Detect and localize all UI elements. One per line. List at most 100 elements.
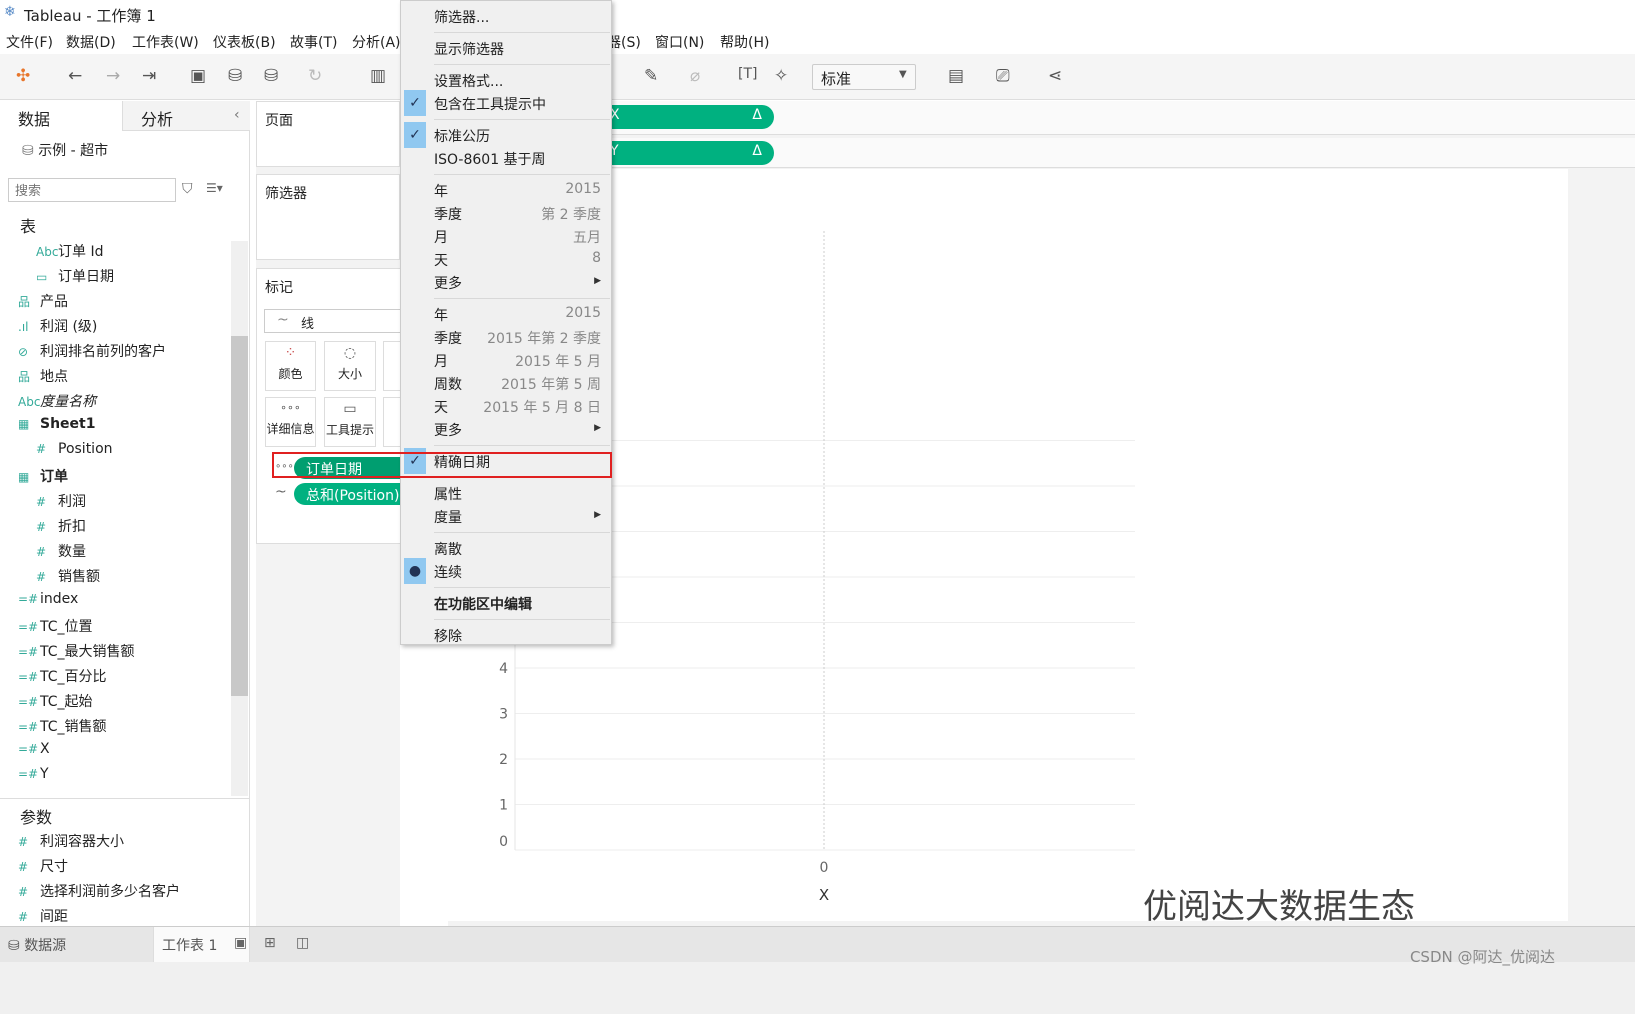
- undo-icon[interactable]: ←: [68, 66, 82, 86]
- menu-item[interactable]: 季度 第 2 季度: [401, 202, 611, 224]
- field-item[interactable]: ▦ Sheet1: [18, 416, 95, 432]
- highlight-icon[interactable]: ✎: [644, 66, 658, 86]
- redo-icon[interactable]: →: [106, 66, 120, 86]
- field-item[interactable]: 品产品: [18, 291, 68, 311]
- field-item[interactable]: # Position: [36, 441, 113, 457]
- field-item[interactable]: ⊘ 利润排名前列的客户: [18, 341, 166, 361]
- tooltip-button[interactable]: ▭ 工具提示: [324, 397, 376, 447]
- menu-item[interactable]: 季度 2015 年第 2 季度: [401, 326, 611, 348]
- pill-sum-position[interactable]: 总和(Position): [294, 483, 414, 505]
- field-item[interactable]: =# TC_销售额: [18, 716, 107, 736]
- search-input[interactable]: [8, 178, 176, 202]
- field-item[interactable]: 品地点: [18, 366, 68, 386]
- filter-icon[interactable]: ⛉: [182, 181, 193, 197]
- menu-item[interactable]: 数据(D): [66, 32, 116, 52]
- field-item[interactable]: =# index: [18, 591, 78, 607]
- field-item[interactable]: =# TC_百分比: [18, 666, 107, 686]
- labels-icon[interactable]: [T]: [738, 66, 757, 82]
- menu-item[interactable]: 故事(T): [290, 32, 337, 52]
- menu-item[interactable]: 分析(A): [352, 32, 401, 52]
- presentation-icon[interactable]: ⎚: [996, 66, 1010, 86]
- field-item[interactable]: # 利润: [36, 491, 86, 511]
- menu-item[interactable]: ● 连续: [401, 558, 611, 584]
- menu-item[interactable]: 天 2015 年 5 月 8 日: [401, 395, 611, 417]
- menu-item[interactable]: 更多 ▶: [401, 271, 611, 293]
- show-me-icon[interactable]: ▤: [948, 66, 964, 86]
- share-icon[interactable]: ⋖: [1048, 66, 1062, 86]
- menu-item[interactable]: 天8: [401, 248, 611, 270]
- new-dashboard-icon[interactable]: ⊞: [264, 935, 276, 951]
- field-item[interactable]: Abc度量名称: [18, 391, 96, 411]
- pages-shelf[interactable]: 页面: [256, 101, 400, 167]
- mark-type-select[interactable]: ~ 线: [264, 309, 404, 333]
- detail-button[interactable]: ∘∘∘ 详细信息: [265, 397, 316, 447]
- menu-item[interactable]: ✓ 包含在工具提示中: [401, 90, 611, 116]
- new-worksheet-icon[interactable]: ▣: [234, 935, 247, 951]
- parameter-item[interactable]: # 选择利润前多少名客户: [18, 881, 180, 901]
- menu-item[interactable]: 度量 ▶: [401, 505, 611, 527]
- field-item[interactable]: =# Y: [18, 766, 49, 782]
- field-item[interactable]: =# TC_起始: [18, 691, 93, 711]
- menu-item[interactable]: 设置格式...: [401, 69, 611, 91]
- pin-icon[interactable]: ✧: [774, 66, 788, 86]
- field-item[interactable]: =# X: [18, 741, 50, 757]
- menu-item[interactable]: 属性: [401, 482, 611, 504]
- menu-item[interactable]: 月 2015 年 5 月: [401, 349, 611, 371]
- field-item[interactable]: ▦ 订单: [18, 466, 68, 486]
- columns-shelf[interactable]: XΔ: [448, 101, 1635, 135]
- menu-item[interactable]: 移除: [401, 624, 611, 646]
- field-item[interactable]: # 数量: [36, 541, 86, 561]
- delta-icon: Δ: [752, 143, 762, 159]
- pause-updates-icon[interactable]: ⛁: [264, 66, 278, 86]
- menu-item[interactable]: ISO-8601 基于周: [401, 147, 611, 169]
- menu-item[interactable]: 年 2015: [401, 179, 611, 201]
- tableau-home-icon[interactable]: ✣: [16, 66, 30, 86]
- scrollbar[interactable]: [231, 241, 248, 796]
- menu-item[interactable]: 月 五月: [401, 225, 611, 247]
- menu-item[interactable]: 筛选器...: [401, 5, 611, 27]
- view-options-icon[interactable]: ☰▾: [206, 181, 223, 195]
- tab-data[interactable]: 数据: [0, 101, 122, 131]
- fit-select[interactable]: 标准 ▼: [812, 64, 916, 90]
- new-worksheet-icon[interactable]: ▥: [370, 66, 386, 86]
- pill-x[interactable]: XΔ: [598, 105, 774, 129]
- datasource-item[interactable]: ⛁ 示例 - 超市: [22, 140, 108, 160]
- menu-item[interactable]: 在功能区中编辑: [401, 592, 611, 614]
- replay-icon[interactable]: ⇥: [142, 66, 156, 86]
- menu-item[interactable]: 更多 ▶: [401, 418, 611, 440]
- menu-item[interactable]: 器(S): [607, 32, 641, 52]
- menu-item[interactable]: 离散: [401, 537, 611, 559]
- size-button[interactable]: ◌ 大小: [324, 341, 376, 391]
- parameter-item[interactable]: # 尺寸: [18, 856, 68, 876]
- new-datasource-icon[interactable]: ⛁: [228, 66, 242, 86]
- field-item[interactable]: =# TC_最大销售额: [18, 641, 135, 661]
- field-item[interactable]: ▭ 订单日期: [36, 266, 114, 286]
- rows-shelf[interactable]: YΔ: [448, 138, 1635, 168]
- field-item[interactable]: # 销售额: [36, 566, 100, 586]
- field-item[interactable]: .ıl 利润 (级): [18, 316, 97, 336]
- menu-item[interactable]: ✓ 标准公历: [401, 122, 611, 148]
- refresh-icon[interactable]: ↻: [308, 66, 322, 86]
- menu-item[interactable]: 帮助(H): [720, 32, 769, 52]
- new-story-icon[interactable]: ◫: [296, 935, 309, 951]
- datasource-tab[interactable]: ⛁ 数据源: [8, 935, 66, 955]
- filters-shelf[interactable]: 筛选器: [256, 174, 400, 260]
- collapse-icon[interactable]: ‹: [234, 107, 240, 123]
- field-item[interactable]: Abc订单 Id: [36, 241, 103, 261]
- menu-item[interactable]: 周数 2015 年第 5 周: [401, 372, 611, 394]
- menu-item[interactable]: 仪表板(B): [213, 32, 276, 52]
- menu-item[interactable]: 年 2015: [401, 303, 611, 325]
- parameter-item[interactable]: # 利润容器大小: [18, 831, 124, 851]
- menu-item[interactable]: 窗口(N): [655, 32, 704, 52]
- tab-analysis[interactable]: 分析: [122, 101, 250, 131]
- field-item[interactable]: =# TC_位置: [18, 616, 93, 636]
- save-icon[interactable]: ▣: [190, 66, 206, 86]
- menu-item[interactable]: 文件(F): [6, 32, 53, 52]
- pill-y[interactable]: YΔ: [598, 141, 774, 165]
- menu-item[interactable]: 工作表(W): [132, 32, 199, 52]
- color-button[interactable]: ⁘ 颜色: [265, 341, 316, 391]
- annotate-icon[interactable]: ⌀: [690, 66, 700, 86]
- parameter-item[interactable]: # 间距: [18, 906, 68, 926]
- menu-item[interactable]: 显示筛选器: [401, 37, 611, 59]
- field-item[interactable]: # 折扣: [36, 516, 86, 536]
